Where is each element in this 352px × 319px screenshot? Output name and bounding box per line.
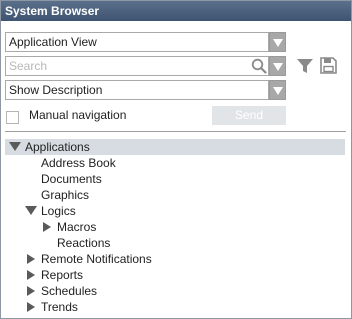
tree-node-label: Documents xyxy=(41,172,102,186)
tree-node-remote-notifications[interactable]: Remote Notifications xyxy=(5,251,345,267)
system-browser-panel: System Browser Application View Show Des… xyxy=(0,0,352,319)
collapsed-triangle-icon[interactable] xyxy=(27,286,35,296)
tree-node-macros[interactable]: Macros xyxy=(5,219,345,235)
expanded-triangle-icon[interactable] xyxy=(9,142,21,151)
expanded-triangle-icon[interactable] xyxy=(25,206,37,215)
tree-node-label: Address Book xyxy=(41,156,116,170)
description-select[interactable]: Show Description xyxy=(5,80,269,100)
tree-node-label: Graphics xyxy=(41,188,90,202)
tree-node-label: Trends xyxy=(41,300,78,314)
tree-node-graphics[interactable]: Graphics xyxy=(5,187,345,203)
search-input[interactable] xyxy=(9,58,239,74)
tree-node-label: Macros xyxy=(57,220,97,234)
tree-node-trends[interactable]: Trends xyxy=(5,299,345,315)
tree-node-documents[interactable]: Documents xyxy=(5,171,345,187)
collapsed-triangle-icon[interactable] xyxy=(43,222,51,232)
tree-node-label: Logics xyxy=(41,204,76,218)
send-button[interactable]: Send xyxy=(212,106,286,125)
manual-navigation-label: Manual navigation xyxy=(29,108,127,122)
tree-node-reactions[interactable]: Reactions xyxy=(5,235,345,251)
collapsed-triangle-icon[interactable] xyxy=(27,302,35,312)
tree-node-schedules[interactable]: Schedules xyxy=(5,283,345,299)
window-title: System Browser xyxy=(1,1,351,21)
view-select-chevron-down-icon[interactable] xyxy=(269,32,286,52)
search-field xyxy=(5,56,269,76)
separator xyxy=(5,131,346,132)
tree-node-address-book[interactable]: Address Book xyxy=(5,155,345,171)
tree-node-label: Schedules xyxy=(41,284,98,298)
manual-navigation-checkbox[interactable] xyxy=(6,111,19,124)
tree-node-label: Reactions xyxy=(57,236,111,250)
tree-node-applications[interactable]: Applications xyxy=(5,139,345,155)
description-select-chevron-down-icon[interactable] xyxy=(269,80,286,100)
tree-node-label: Applications xyxy=(25,140,90,154)
collapsed-triangle-icon[interactable] xyxy=(27,254,35,264)
tree-node-logics[interactable]: Logics xyxy=(5,203,345,219)
magnifier-icon[interactable] xyxy=(251,58,267,74)
tree-node-reports[interactable]: Reports xyxy=(5,267,345,283)
filter-funnel-icon[interactable] xyxy=(296,58,314,74)
tree-node-label: Reports xyxy=(41,268,84,282)
search-options-chevron-down-icon[interactable] xyxy=(269,56,286,76)
floppy-disk-icon[interactable] xyxy=(320,57,337,74)
collapsed-triangle-icon[interactable] xyxy=(27,270,35,280)
view-select[interactable]: Application View xyxy=(5,32,269,52)
tree-node-label: Remote Notifications xyxy=(41,252,152,266)
